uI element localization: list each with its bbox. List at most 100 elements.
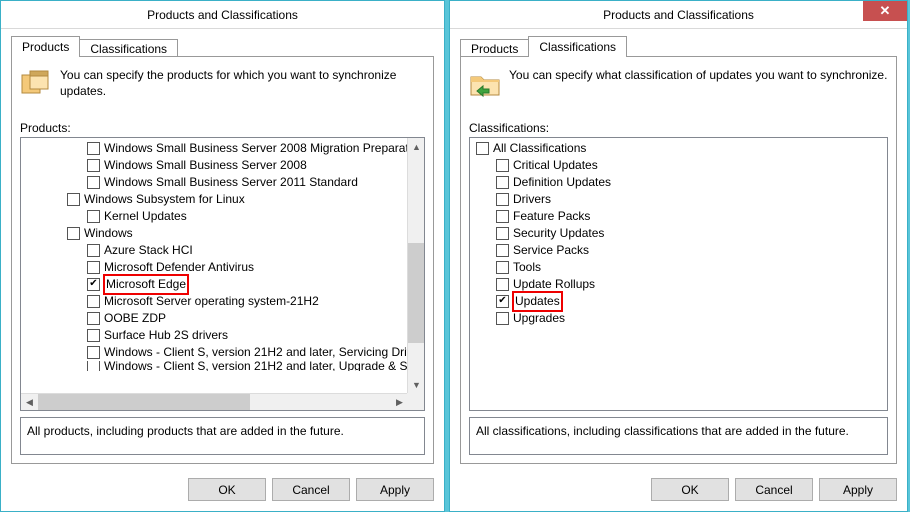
tree-item[interactable]: Tools bbox=[472, 259, 887, 276]
tab-classifications[interactable]: Classifications bbox=[528, 36, 627, 57]
checkbox[interactable] bbox=[87, 142, 100, 155]
tree-item-label: Windows bbox=[83, 225, 134, 242]
classifications-label: Classifications: bbox=[469, 121, 888, 135]
checkbox[interactable] bbox=[87, 361, 100, 371]
products-pane: You can specify the products for which y… bbox=[11, 56, 434, 464]
checkbox[interactable] bbox=[496, 176, 509, 189]
tree-item[interactable]: Windows Small Business Server 2008 bbox=[23, 157, 407, 174]
tree-item-label: Windows Small Business Server 2008 Migra… bbox=[103, 140, 407, 157]
cancel-button[interactable]: Cancel bbox=[272, 478, 350, 501]
tree-item-label: Microsoft Server operating system-21H2 bbox=[103, 293, 320, 310]
tree-item[interactable]: OOBE ZDP bbox=[23, 310, 407, 327]
checkbox[interactable] bbox=[496, 312, 509, 325]
tree-item[interactable]: Feature Packs bbox=[472, 208, 887, 225]
tab-strip: Products Classifications bbox=[11, 35, 434, 57]
tree-item[interactable]: Microsoft Edge bbox=[23, 276, 407, 293]
scroll-thumb-h[interactable] bbox=[38, 394, 250, 410]
tree-item-label: Upgrades bbox=[512, 310, 566, 327]
checkbox[interactable] bbox=[87, 261, 100, 274]
tree-item[interactable]: Windows - Client S, version 21H2 and lat… bbox=[23, 344, 407, 361]
tree-item[interactable]: Upgrades bbox=[472, 310, 887, 327]
checkbox[interactable] bbox=[496, 244, 509, 257]
classifications-footer-text: All classifications, including classific… bbox=[469, 417, 888, 455]
checkbox[interactable] bbox=[87, 244, 100, 257]
tree-item-label: Windows Small Business Server 2008 bbox=[103, 157, 308, 174]
box-icon bbox=[20, 67, 52, 99]
window-title: Products and Classifications bbox=[147, 8, 298, 22]
tree-item[interactable]: Windows bbox=[23, 225, 407, 242]
tree-item[interactable]: Microsoft Server operating system-21H2 bbox=[23, 293, 407, 310]
horizontal-scrollbar[interactable]: ◀ ▶ bbox=[21, 393, 408, 410]
tree-item[interactable]: Definition Updates bbox=[472, 174, 887, 191]
tree-item-label: Updates bbox=[512, 291, 563, 312]
scroll-down-icon[interactable]: ▼ bbox=[408, 376, 425, 393]
titlebar: Products and Classifications ✕ bbox=[450, 1, 907, 29]
tree-item-label: Windows - Client S, version 21H2 and lat… bbox=[103, 344, 407, 361]
cancel-button[interactable]: Cancel bbox=[735, 478, 813, 501]
checkbox[interactable] bbox=[87, 176, 100, 189]
intro-text: You can specify what classification of u… bbox=[509, 67, 887, 83]
tree-item-label: All Classifications bbox=[492, 140, 587, 157]
scroll-right-icon[interactable]: ▶ bbox=[391, 394, 408, 411]
tree-item[interactable]: All Classifications bbox=[472, 140, 887, 157]
classifications-tree[interactable]: All ClassificationsCritical UpdatesDefin… bbox=[469, 137, 888, 411]
tree-item[interactable]: Service Packs bbox=[472, 242, 887, 259]
close-icon: ✕ bbox=[880, 3, 891, 19]
tree-item[interactable]: Drivers bbox=[472, 191, 887, 208]
tree-item-label: Definition Updates bbox=[512, 174, 612, 191]
checkbox[interactable] bbox=[67, 227, 80, 240]
tree-item-label: Azure Stack HCI bbox=[103, 242, 194, 259]
intro-row: You can specify the products for which y… bbox=[20, 67, 425, 111]
tree-item[interactable]: Azure Stack HCI bbox=[23, 242, 407, 259]
scroll-left-icon[interactable]: ◀ bbox=[21, 394, 38, 411]
products-tree[interactable]: Windows Small Business Server 2008 Migra… bbox=[20, 137, 425, 411]
tab-products[interactable]: Products bbox=[11, 36, 80, 57]
checkbox[interactable] bbox=[87, 346, 100, 359]
checkbox[interactable] bbox=[87, 312, 100, 325]
checkbox[interactable] bbox=[87, 159, 100, 172]
tree-item[interactable]: Windows Subsystem for Linux bbox=[23, 191, 407, 208]
button-row: OK Cancel Apply bbox=[1, 470, 444, 511]
intro-row: You can specify what classification of u… bbox=[469, 67, 888, 111]
tree-item-label: Tools bbox=[512, 259, 542, 276]
checkbox[interactable] bbox=[496, 227, 509, 240]
checkbox[interactable] bbox=[496, 261, 509, 274]
checkbox[interactable] bbox=[87, 278, 100, 291]
checkbox[interactable] bbox=[476, 142, 489, 155]
tree-item[interactable]: Updates bbox=[472, 293, 887, 310]
vertical-scrollbar[interactable]: ▲ ▼ bbox=[407, 138, 424, 393]
tree-item[interactable]: Windows Small Business Server 2008 Migra… bbox=[23, 140, 407, 157]
products-label: Products: bbox=[20, 121, 425, 135]
scroll-up-icon[interactable]: ▲ bbox=[408, 138, 425, 155]
checkbox[interactable] bbox=[87, 295, 100, 308]
scroll-thumb-v[interactable] bbox=[408, 243, 424, 342]
intro-text: You can specify the products for which y… bbox=[60, 67, 425, 99]
apply-button[interactable]: Apply bbox=[819, 478, 897, 501]
tree-item[interactable]: Kernel Updates bbox=[23, 208, 407, 225]
tree-item[interactable]: Windows Small Business Server 2011 Stand… bbox=[23, 174, 407, 191]
checkbox[interactable] bbox=[496, 193, 509, 206]
tree-item-label: OOBE ZDP bbox=[103, 310, 167, 327]
checkbox[interactable] bbox=[87, 210, 100, 223]
close-button[interactable]: ✕ bbox=[863, 1, 907, 21]
checkbox[interactable] bbox=[67, 193, 80, 206]
classifications-pane: You can specify what classification of u… bbox=[460, 56, 897, 464]
tree-item[interactable]: Critical Updates bbox=[472, 157, 887, 174]
tree-item[interactable]: Security Updates bbox=[472, 225, 887, 242]
apply-button[interactable]: Apply bbox=[356, 478, 434, 501]
checkbox[interactable] bbox=[496, 159, 509, 172]
tree-item-label: Security Updates bbox=[512, 225, 605, 242]
checkbox[interactable] bbox=[496, 295, 509, 308]
tree-item[interactable]: Windows - Client S, version 21H2 and lat… bbox=[23, 361, 407, 371]
tree-item[interactable]: Microsoft Defender Antivirus bbox=[23, 259, 407, 276]
tree-item[interactable]: Surface Hub 2S drivers bbox=[23, 327, 407, 344]
checkbox[interactable] bbox=[496, 210, 509, 223]
checkbox[interactable] bbox=[496, 278, 509, 291]
products-footer-text: All products, including products that ar… bbox=[20, 417, 425, 455]
ok-button[interactable]: OK bbox=[651, 478, 729, 501]
checkbox[interactable] bbox=[87, 329, 100, 342]
ok-button[interactable]: OK bbox=[188, 478, 266, 501]
dialog-body: Products Classifications You can specify… bbox=[450, 29, 907, 470]
tree-item-label: Microsoft Edge bbox=[103, 274, 189, 295]
tree-item-label: Feature Packs bbox=[512, 208, 591, 225]
